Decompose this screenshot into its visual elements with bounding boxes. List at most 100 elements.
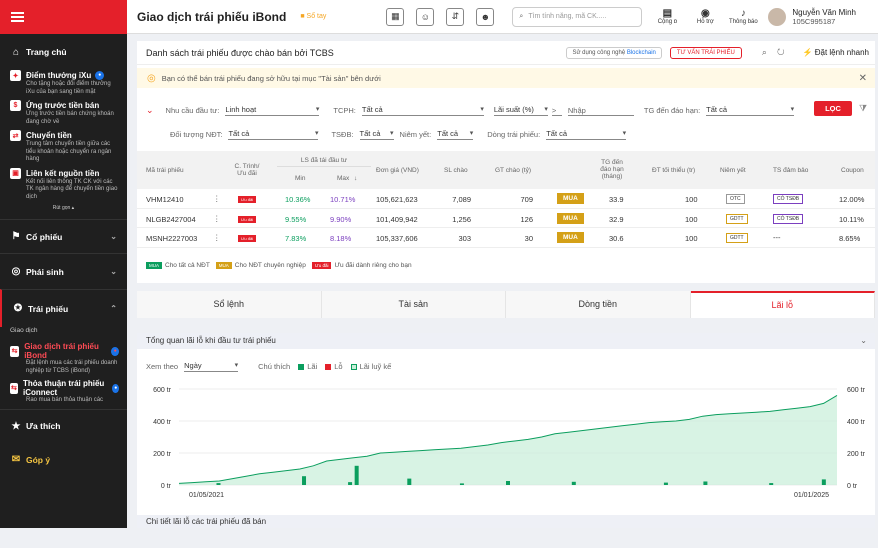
listed-tag: GDTT <box>726 213 748 224</box>
notebook-button[interactable]: ■ Sổ tay <box>300 13 326 20</box>
home-icon: ⌂ <box>12 46 20 58</box>
search-input[interactable]: ⌕ Tìm tính năng, mã CK..... <box>512 6 643 27</box>
exchange-icon[interactable]: ⇵ <box>446 7 465 26</box>
user-menu[interactable]: Nguyễn Văn Minh 105C995187 <box>768 7 856 26</box>
table-header: Mã trái phiếu C. Trình/ Ưu đãi LS đã tái… <box>137 151 875 189</box>
cum-swatch <box>350 363 357 370</box>
iconnect-icon: ⇆ <box>10 382 18 394</box>
sidebar-item-advance[interactable]: $ Ứng trước tiền bán Ứng trước tiền bán ch… <box>0 100 127 126</box>
bond-code[interactable]: NLGB2427004 <box>146 215 196 224</box>
rate-op[interactable]: > <box>551 106 562 116</box>
users-icon[interactable]: ☺ <box>416 7 435 26</box>
bank-icon: ▣ <box>10 167 21 179</box>
detail-header[interactable]: Chi tiết lãi lỗ các trái phiếu đã bán <box>137 515 875 528</box>
sidebar-item-bonds[interactable]: ✪ Trái phiếu ⌃ <box>0 289 127 327</box>
search-icon: ⌕ <box>519 12 524 20</box>
more-icon[interactable]: ⋮ <box>213 214 221 223</box>
sidebar-item-ibond[interactable]: ⇆ Giao dịch trái phiếu iBond ● Đặt lệnh mua… <box>0 342 127 375</box>
notification-button[interactable]: ♪ Thông báo <box>726 8 760 25</box>
pnl-header[interactable]: Tổng quan lãi lỗ khi đầu tư trái phiếu ⌄ <box>137 333 875 349</box>
refresh-icon[interactable]: ↻ <box>777 47 795 57</box>
sidebar-header <box>0 0 127 34</box>
advise-button[interactable]: TƯ VẤN TRÁI PHIẾU <box>669 46 742 59</box>
tab-pnl[interactable]: Lãi lỗ <box>690 291 875 318</box>
chevron-down-icon: ⌄ <box>110 232 117 241</box>
legend-swatch: MUA <box>146 262 162 269</box>
community-icon: ▤ <box>662 8 673 19</box>
tab-cashflow[interactable]: Dòng tiền <box>506 291 691 318</box>
need-select[interactable]: Linh hoạt <box>225 105 320 116</box>
filter-row-1: ⌄ Nhu cầu đầu tư:Linh hoạt TCPH:Tất cả L… <box>146 105 795 116</box>
rate-select[interactable]: Lãi suất (%) <box>493 105 548 116</box>
filter-row-2: Đối tượng NĐT:Tất cả TSĐB:Tất cả Niêm yế… <box>170 129 627 140</box>
sidebar-item-favorites[interactable]: ★ Ưa thích <box>0 408 127 443</box>
bell-icon: ♪ <box>740 8 746 19</box>
sidebar-item-derivatives[interactable]: ◎ Phái sinh ⌄ <box>0 253 127 289</box>
bond-code[interactable]: MSNH2227003 <box>146 234 197 243</box>
listed-tag: OTC <box>726 194 745 204</box>
support-button[interactable]: ◉ Hỗ trợ <box>688 8 722 25</box>
profit-swatch <box>298 363 305 370</box>
flow-select[interactable]: Tất cả <box>546 129 627 140</box>
search-icon[interactable]: ⌕ <box>762 47 777 57</box>
sidebar-item-feedback[interactable]: ✉ Góp ý <box>0 443 127 477</box>
listed-select[interactable]: Tất cả <box>437 129 474 140</box>
table-row[interactable]: NLGB2427004 ⋮ Ưu đãi 9.55% 9.90% 101,409,942 1… <box>137 209 875 228</box>
quick-order-button[interactable]: ⚡ Đặt lệnh nhanh <box>803 48 869 57</box>
collapse-button[interactable]: Rút gọn ▴ <box>0 205 127 211</box>
derivatives-icon: ◎ <box>11 266 21 277</box>
sidebar-item-stocks[interactable]: ⚑ Cổ phiếu ⌄ <box>0 219 127 253</box>
x-tick-label: 01/01/2025 <box>794 492 829 499</box>
y-tick-label-right: 0 tr <box>847 483 858 490</box>
new-badge-icon: ● <box>95 71 105 80</box>
buy-button[interactable]: MUA <box>557 232 584 243</box>
pnl-section: Tổng quan lãi lỗ khi đầu tư trái phiếu ⌄ … <box>137 333 875 528</box>
chart-tool-icon[interactable]: ▦ <box>386 7 405 26</box>
bond-code[interactable]: VHM12410 <box>146 195 184 204</box>
avatar <box>768 7 787 26</box>
sidebar-item-home[interactable]: ⌂ Trang chủ <box>0 34 127 70</box>
buy-button[interactable]: MUA <box>557 193 584 204</box>
star-icon: ★ <box>11 420 21 432</box>
hamburger-icon[interactable] <box>11 12 24 22</box>
close-icon[interactable]: ✕ <box>859 73 867 84</box>
y-tick-label-left: 0 tr <box>161 483 172 490</box>
table-row[interactable]: MSNH2227003 ⋮ Ưu đãi 7.83% 8.18% 105,337,606 3… <box>137 228 875 248</box>
new-badge-icon: ● <box>111 346 119 356</box>
more-icon[interactable]: ⋮ <box>213 194 221 203</box>
buy-button[interactable]: MUA <box>557 212 584 224</box>
panel-tools: ⌕↻ <box>762 47 795 58</box>
filter-button[interactable]: LỌC <box>814 101 852 116</box>
tcph-select[interactable]: Tất cả <box>361 105 484 116</box>
table-row[interactable]: VHM12410 ⋮ Ưu đãi 10.36% 10.71% 105,621,623 7,… <box>137 189 875 209</box>
rate-input[interactable]: Nhập <box>567 106 634 116</box>
bulb-icon: ◎ <box>147 72 156 84</box>
advisor-icon[interactable]: ☻ <box>476 7 495 26</box>
gift-icon: ✦ <box>10 70 21 81</box>
investor-select[interactable]: Tất cả <box>228 129 319 140</box>
sidebar-item-ixu[interactable]: ✦ Điểm thưởng iXu ● Cho tặng hoặc đổi điểm … <box>0 70 127 96</box>
sidebar-item-iconnect[interactable]: ⇆ Thỏa thuận trái phiếu iConnect ● Rao mua … <box>0 379 127 405</box>
section-label: Giao dịch <box>10 327 38 334</box>
y-tick-label-left: 600 tr <box>153 387 172 394</box>
collapse-filter-icon[interactable]: ⌄ <box>146 105 154 116</box>
sort-icon[interactable]: ↓ <box>354 175 357 182</box>
blockchain-chip[interactable]: Sử dụng công nghệ Blockchain <box>566 46 662 59</box>
sidebar: ⌂ Trang chủ ✦ Điểm thưởng iXu ● Cho tặng hoặ… <box>0 0 127 528</box>
page-title: Giao dịch trái phiếu iBond <box>137 9 287 24</box>
profit-bar <box>571 481 576 485</box>
maturity-select[interactable]: Tất cả <box>706 105 795 116</box>
collateral-tag: CÓ TSĐB <box>773 213 804 224</box>
loss-swatch <box>325 363 332 370</box>
sidebar-item-transfer[interactable]: ⇄ Chuyển tiền Trung tâm chuyển tiền giữa c… <box>0 130 127 164</box>
tsdb-select[interactable]: Tất cả <box>359 129 394 140</box>
tab-assets[interactable]: Tài sản <box>321 291 506 318</box>
sidebar-item-link[interactable]: ▣ Liên kết nguồn tiền Kết nối liên thông T… <box>0 167 127 202</box>
bottom-tabs: Sổ lệnh Tài sản Dòng tiền Lãi lỗ <box>137 291 875 318</box>
clear-filter-icon[interactable]: ⧩ <box>859 103 867 114</box>
tab-orders[interactable]: Sổ lệnh <box>137 291 322 318</box>
profit-bar <box>354 465 359 485</box>
view-select[interactable]: Ngày <box>184 361 239 372</box>
community-button[interactable]: ▤ Cộng ɒ <box>650 8 684 25</box>
more-icon[interactable]: ⋮ <box>213 233 221 242</box>
